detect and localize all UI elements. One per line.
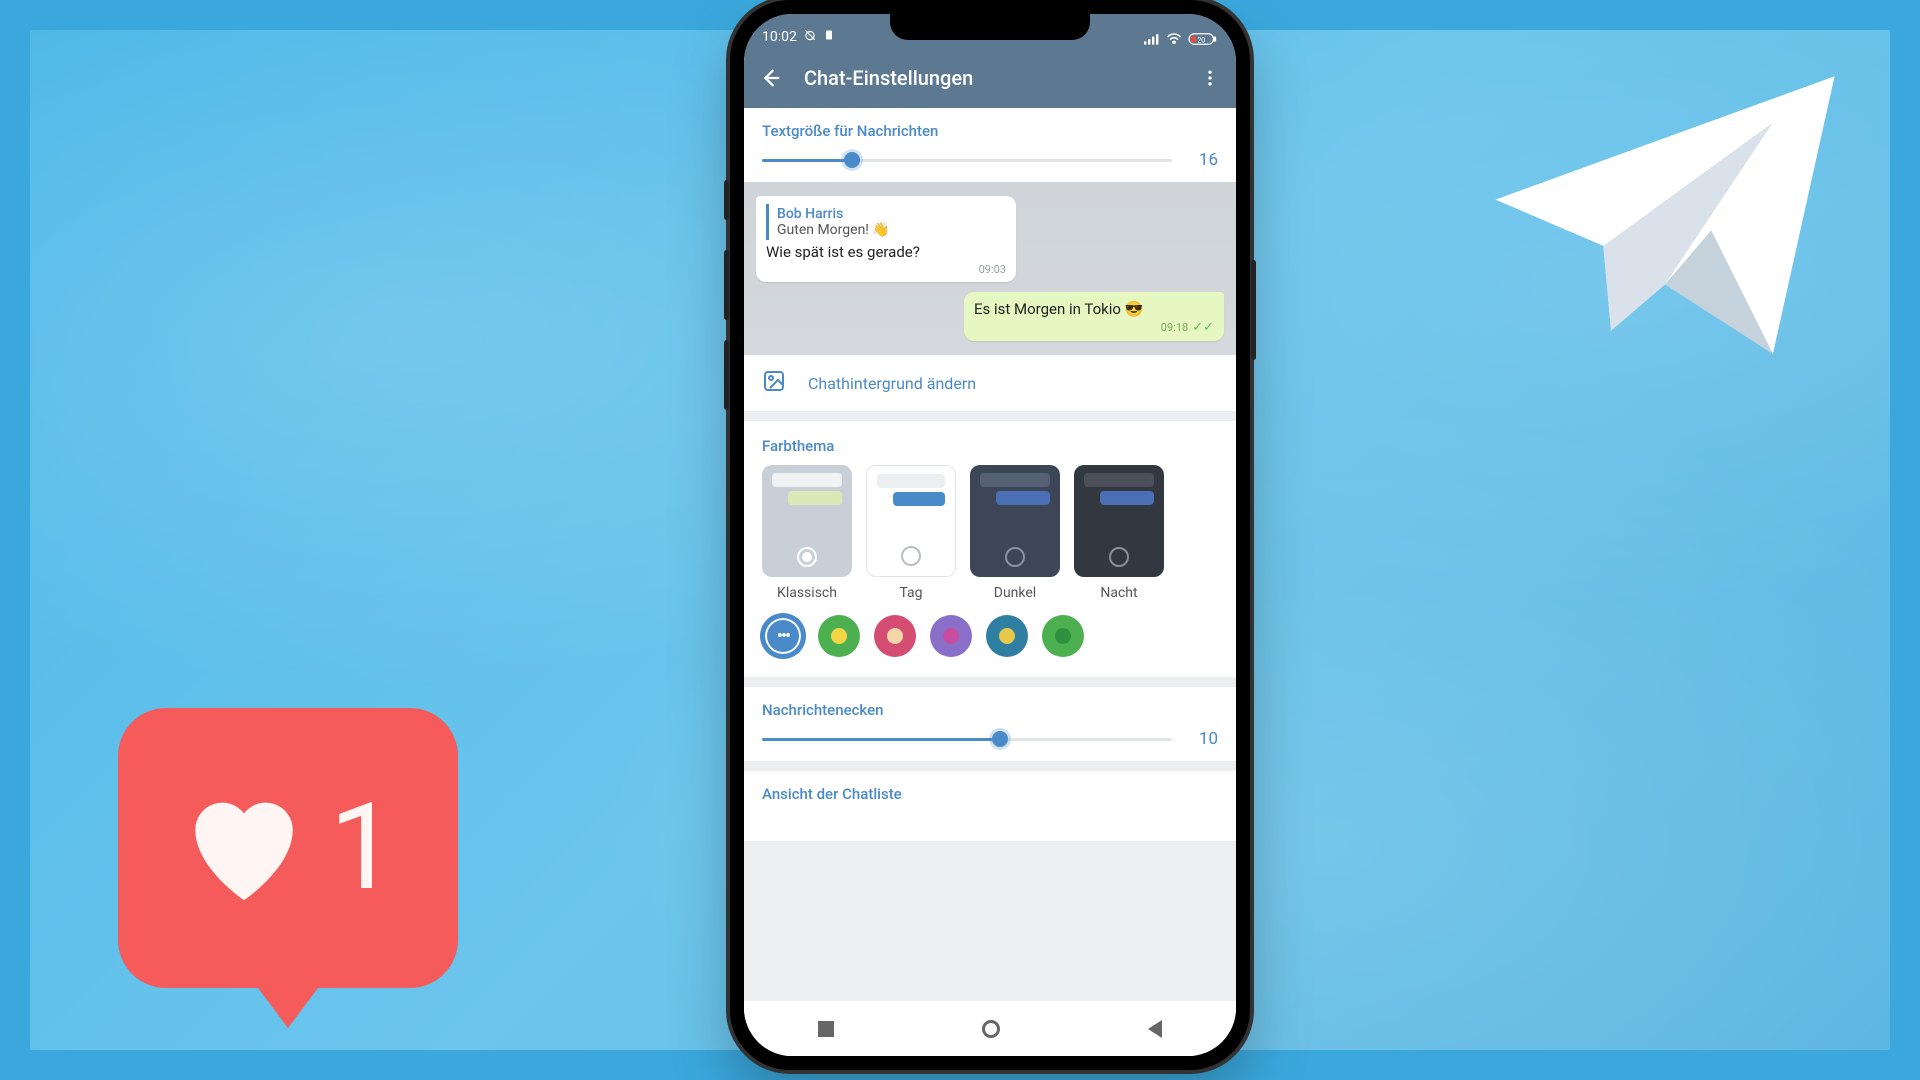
read-checks-icon: ✓✓ (1192, 320, 1214, 335)
outgoing-bubble: Es ist Morgen in Tokio 😎 09:18 ✓✓ (964, 292, 1224, 341)
page-title: Chat-Einstellungen (804, 66, 1176, 90)
accent-color-option[interactable] (986, 615, 1028, 657)
corners-value: 10 (1190, 729, 1218, 749)
theme-label: Klassisch (777, 585, 837, 601)
battery-icon: 20 (1188, 32, 1218, 46)
theme-option-dunkel[interactable]: Dunkel (970, 465, 1060, 601)
incoming-time: 09:03 (766, 263, 1006, 276)
svg-text:20: 20 (1197, 37, 1205, 45)
like-count: 1 (329, 778, 396, 918)
reply-text: Guten Morgen! 👋 (777, 222, 998, 238)
theme-label: Nacht (1100, 585, 1137, 601)
more-button[interactable] (1196, 64, 1224, 92)
phone-side-button (724, 250, 729, 320)
nav-home-button[interactable] (982, 1020, 1000, 1038)
corners-label: Nachrichtenecken (762, 701, 1218, 719)
outgoing-text: Es ist Morgen in Tokio 😎 (974, 300, 1214, 318)
theme-label: Dunkel (994, 585, 1036, 601)
nav-back-button[interactable] (1148, 1020, 1162, 1038)
chatlist-label: Ansicht der Chatliste (762, 785, 1218, 803)
app-bar: Chat-Einstellungen (744, 48, 1236, 108)
text-size-value: 16 (1190, 150, 1218, 170)
heart-icon (179, 786, 309, 910)
wifi-icon (1166, 33, 1182, 45)
theme-option-klassisch[interactable]: Klassisch (762, 465, 852, 601)
change-wallpaper-button[interactable]: Chathintergrund ändern (744, 355, 1236, 411)
themes-label: Farbthema (762, 437, 1218, 455)
incoming-text: Wie spät ist es gerade? (766, 243, 1006, 261)
theme-option-nacht[interactable]: Nacht (1074, 465, 1164, 601)
phone-side-button (724, 180, 729, 220)
reply-name: Bob Harris (777, 206, 998, 222)
sim-icon (823, 28, 835, 46)
settings-content: Textgröße für Nachrichten 16 Bob Harris (744, 108, 1236, 1000)
phone-side-button (724, 340, 729, 410)
accent-color-option[interactable]: ••• (762, 615, 804, 657)
accent-color-option[interactable] (1042, 615, 1084, 657)
signal-icon (1144, 33, 1160, 45)
corners-section: Nachrichtenecken 10 (744, 687, 1236, 761)
phone-frame: 10:02 20 (730, 0, 1250, 1070)
wallpaper-icon (762, 369, 786, 397)
accent-color-option[interactable] (930, 615, 972, 657)
accent-color-option[interactable] (818, 615, 860, 657)
theme-option-tag[interactable]: Tag (866, 465, 956, 601)
back-button[interactable] (756, 64, 784, 92)
themes-section: Farbthema Klassisch Tag Dunkel Nacht ••• (744, 421, 1236, 677)
chat-preview: Bob Harris Guten Morgen! 👋 Wie spät ist … (744, 182, 1236, 355)
incoming-bubble: Bob Harris Guten Morgen! 👋 Wie spät ist … (756, 196, 1016, 282)
outgoing-time: 09:18 (1161, 321, 1188, 334)
phone-notch (890, 14, 1090, 40)
text-size-section: Textgröße für Nachrichten 16 (744, 108, 1236, 182)
nav-recents-button[interactable] (818, 1021, 834, 1037)
text-size-slider[interactable] (762, 159, 1172, 162)
status-time: 10:02 (762, 29, 797, 45)
telegram-logo-icon (1480, 60, 1850, 370)
like-badge: 1 (118, 708, 458, 988)
phone-side-button (1251, 260, 1256, 360)
chatlist-section: Ansicht der Chatliste (744, 771, 1236, 841)
android-nav-bar (744, 1000, 1236, 1056)
text-size-label: Textgröße für Nachrichten (762, 122, 1218, 140)
corners-slider[interactable] (762, 738, 1172, 741)
accent-color-option[interactable] (874, 615, 916, 657)
alarm-off-icon (803, 28, 817, 46)
theme-label: Tag (899, 585, 922, 601)
change-wallpaper-label: Chathintergrund ändern (808, 374, 976, 393)
